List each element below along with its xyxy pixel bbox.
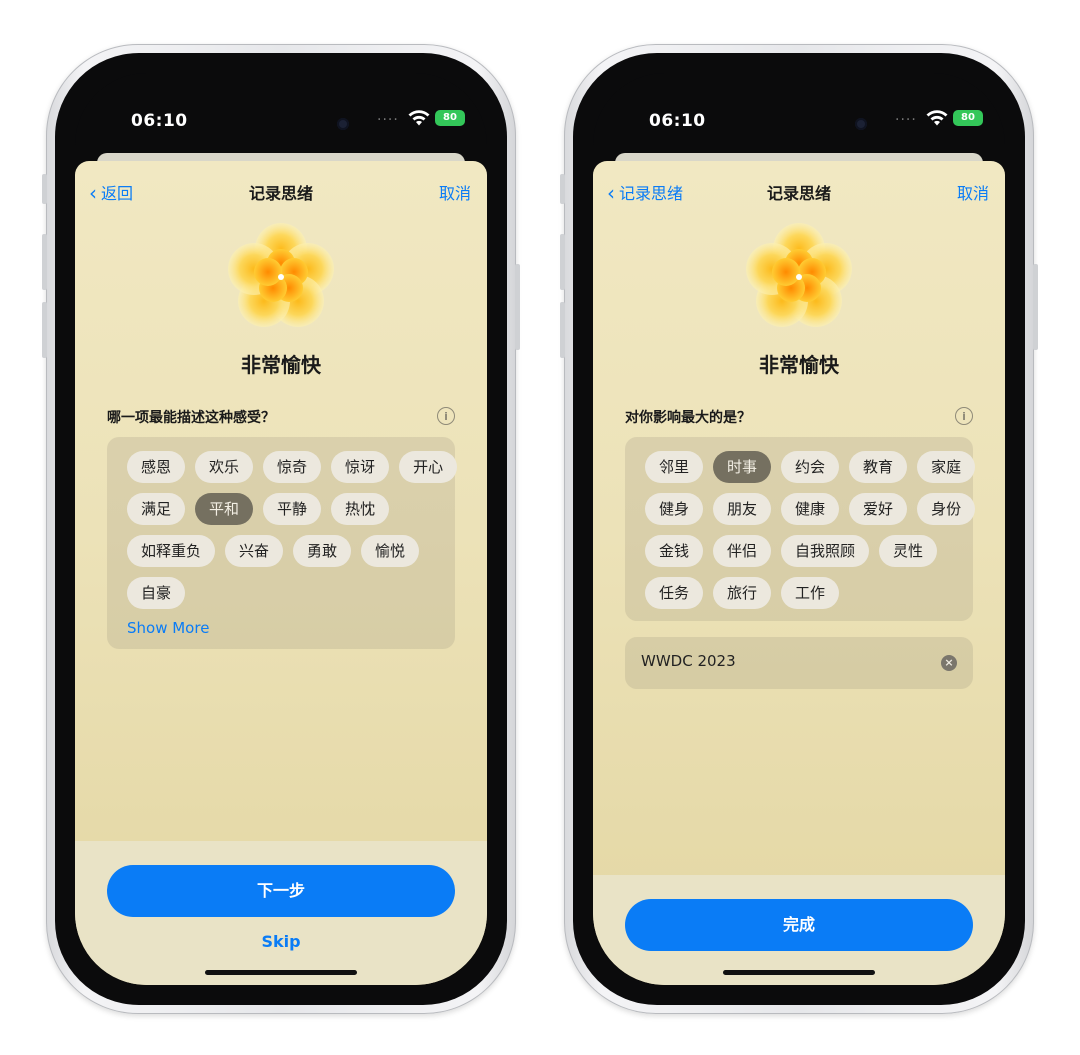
chip-row: 自豪 bbox=[127, 577, 441, 609]
chip[interactable]: 愉悦 bbox=[361, 535, 420, 567]
chip[interactable]: 朋友 bbox=[713, 493, 772, 525]
chip[interactable]: 兴奋 bbox=[225, 535, 284, 567]
chip-selected[interactable]: 时事 bbox=[713, 451, 772, 483]
chip-row: 任务 旅行 工作 bbox=[645, 577, 959, 609]
chip-row: 邻里 时事 约会 教育 家庭 bbox=[645, 451, 976, 483]
chip[interactable]: 如释重负 bbox=[127, 535, 216, 567]
chip-row: 金钱 伴侣 自我照顾 灵性 bbox=[645, 535, 959, 567]
bezel: 06:10 .... 80 ‹ 返回 记录思绪 取消 非常愉快 哪一项最能描述这… bbox=[55, 53, 507, 1005]
chip[interactable]: 开心 bbox=[399, 451, 458, 483]
bottom-bar: 下一步 Skip bbox=[75, 841, 487, 985]
cancel-button[interactable]: 取消 bbox=[957, 180, 989, 204]
chip[interactable]: 健身 bbox=[645, 493, 704, 525]
bezel: 06:10 .... 80 ‹ 记录思绪 记录思绪 取消 非常愉快 对你影响最大… bbox=[573, 53, 1025, 1005]
chip[interactable]: 金钱 bbox=[645, 535, 704, 567]
camera-icon bbox=[855, 118, 867, 130]
chip[interactable]: 家庭 bbox=[917, 451, 976, 483]
wifi-icon bbox=[926, 110, 948, 126]
signal-dots: .... bbox=[377, 108, 399, 124]
screen: 06:10 .... 80 ‹ 返回 记录思绪 取消 非常愉快 哪一项最能描述这… bbox=[75, 73, 487, 985]
chip[interactable]: 满足 bbox=[127, 493, 186, 525]
chip[interactable]: 惊讶 bbox=[331, 451, 390, 483]
chip[interactable]: 勇敢 bbox=[293, 535, 352, 567]
action-button bbox=[560, 174, 565, 204]
chip-row: 健身 朋友 健康 爱好 身份 bbox=[645, 493, 976, 525]
question-text: 对你影响最大的是？ bbox=[625, 410, 751, 426]
chip-selected[interactable]: 平和 bbox=[195, 493, 254, 525]
wifi-icon bbox=[408, 110, 430, 126]
chip[interactable]: 感恩 bbox=[127, 451, 186, 483]
clear-icon[interactable]: × bbox=[941, 655, 957, 671]
phone-left: 06:10 .... 80 ‹ 返回 记录思绪 取消 非常愉快 哪一项最能描述这… bbox=[42, 44, 520, 1014]
nav-bar: ‹ 记录思绪 记录思绪 取消 bbox=[593, 177, 1005, 207]
chip[interactable]: 热忱 bbox=[331, 493, 390, 525]
action-button bbox=[42, 174, 47, 204]
chip[interactable]: 邻里 bbox=[645, 451, 704, 483]
chip[interactable]: 工作 bbox=[781, 577, 840, 609]
nav-title: 记录思绪 bbox=[766, 184, 831, 203]
chip[interactable]: 约会 bbox=[781, 451, 840, 483]
chip[interactable]: 自我照顾 bbox=[781, 535, 870, 567]
battery-icon: 80 bbox=[435, 110, 465, 126]
volume-up-button bbox=[42, 234, 47, 290]
chip[interactable]: 灵性 bbox=[879, 535, 938, 567]
chip[interactable]: 旅行 bbox=[713, 577, 772, 609]
show-more-link[interactable]: Show More bbox=[127, 619, 441, 637]
home-indicator[interactable] bbox=[723, 970, 875, 975]
nav-bar: ‹ 返回 记录思绪 取消 bbox=[75, 177, 487, 207]
camera-icon bbox=[337, 118, 349, 130]
question-row: 对你影响最大的是？ i bbox=[625, 407, 973, 429]
side-button bbox=[1033, 264, 1038, 350]
chip-row: 满足 平和 平静 热忱 bbox=[127, 493, 441, 525]
question-row: 哪一项最能描述这种感受？ i bbox=[107, 407, 455, 429]
custom-entry-value: WWDC 2023 bbox=[641, 652, 736, 670]
chip[interactable]: 任务 bbox=[645, 577, 704, 609]
info-icon[interactable]: i bbox=[437, 407, 455, 425]
chip[interactable]: 身份 bbox=[917, 493, 976, 525]
phone-right: 06:10 .... 80 ‹ 记录思绪 记录思绪 取消 非常愉快 对你影响最大… bbox=[560, 44, 1038, 1014]
status-bar: 06:10 .... 80 bbox=[593, 101, 1005, 137]
mood-flower-icon bbox=[228, 223, 334, 327]
info-icon[interactable]: i bbox=[955, 407, 973, 425]
mood-label: 非常愉快 bbox=[241, 353, 321, 377]
chip[interactable]: 惊奇 bbox=[263, 451, 322, 483]
status-time: 06:10 bbox=[131, 111, 188, 131]
side-button bbox=[515, 264, 520, 350]
chip[interactable]: 伴侣 bbox=[713, 535, 772, 567]
nav-title: 记录思绪 bbox=[248, 184, 313, 203]
chip[interactable]: 自豪 bbox=[127, 577, 186, 609]
chip[interactable]: 健康 bbox=[781, 493, 840, 525]
done-button[interactable]: 完成 bbox=[625, 899, 973, 951]
volume-down-button bbox=[42, 302, 47, 358]
battery-level: 80 bbox=[443, 112, 457, 123]
volume-down-button bbox=[560, 302, 565, 358]
skip-button[interactable]: Skip bbox=[75, 932, 487, 951]
chip[interactable]: 平静 bbox=[263, 493, 322, 525]
feelings-panel: 感恩 欢乐 惊奇 惊讶 开心 满足 平和 平静 热忱 如释重负 兴奋 勇敢 愉悦… bbox=[107, 437, 458, 649]
screen: 06:10 .... 80 ‹ 记录思绪 记录思绪 取消 非常愉快 对你影响最大… bbox=[593, 73, 1005, 985]
log-sheet: ‹ 记录思绪 记录思绪 取消 非常愉快 对你影响最大的是？ i 邻里 时事 约会… bbox=[593, 161, 1005, 985]
bottom-bar: 完成 bbox=[593, 875, 1005, 985]
volume-up-button bbox=[560, 234, 565, 290]
next-button[interactable]: 下一步 bbox=[107, 865, 455, 917]
battery-level: 80 bbox=[961, 112, 975, 123]
associations-panel: 邻里 时事 约会 教育 家庭 健身 朋友 健康 爱好 身份 金钱 伴侣 自我照顾… bbox=[625, 437, 976, 621]
chip-row: 感恩 欢乐 惊奇 惊讶 开心 bbox=[127, 451, 458, 483]
log-sheet: ‹ 返回 记录思绪 取消 非常愉快 哪一项最能描述这种感受？ i 感恩 欢乐 惊… bbox=[75, 161, 487, 985]
chip-row: 如释重负 兴奋 勇敢 愉悦 bbox=[127, 535, 441, 567]
chip[interactable]: 教育 bbox=[849, 451, 908, 483]
signal-dots: .... bbox=[895, 108, 917, 124]
custom-entry-field[interactable]: WWDC 2023 × bbox=[625, 637, 973, 689]
chip[interactable]: 爱好 bbox=[849, 493, 908, 525]
battery-icon: 80 bbox=[953, 110, 983, 126]
mood-flower-icon bbox=[746, 223, 852, 327]
status-bar: 06:10 .... 80 bbox=[75, 101, 487, 137]
status-time: 06:10 bbox=[649, 111, 706, 131]
cancel-button[interactable]: 取消 bbox=[439, 180, 471, 204]
mood-label: 非常愉快 bbox=[759, 353, 839, 377]
question-text: 哪一项最能描述这种感受？ bbox=[107, 410, 275, 426]
home-indicator[interactable] bbox=[205, 970, 357, 975]
chip[interactable]: 欢乐 bbox=[195, 451, 254, 483]
